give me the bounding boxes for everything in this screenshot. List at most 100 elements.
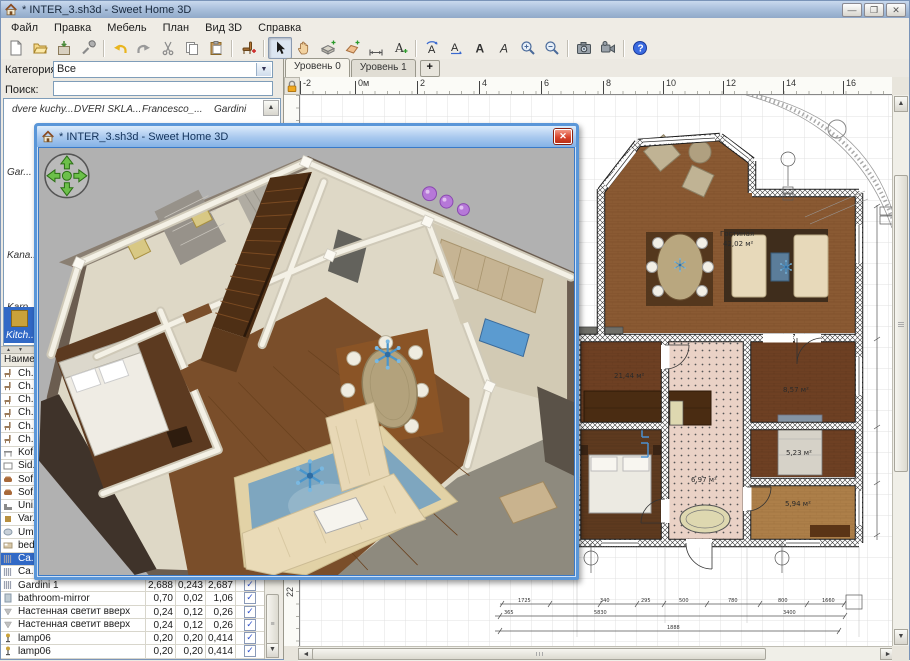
- row-value: 0,20: [175, 632, 205, 644]
- plan-horizontal-scrollbar[interactable]: ◄ ►: [298, 646, 896, 661]
- collapse-down-icon[interactable]: ▼: [15, 347, 26, 353]
- table-row[interactable]: Gardini 12,6880,2432,687✓: [1, 579, 264, 592]
- add-level-button[interactable]: +: [420, 60, 440, 77]
- select-button[interactable]: [268, 37, 292, 59]
- table-row[interactable]: lamp060,200,200,414✓: [1, 632, 264, 645]
- window-title: * INTER_3.sh3d - Sweet Home 3D: [22, 4, 191, 16]
- table-row[interactable]: bathroom-mirror0,700,021,06✓: [1, 592, 264, 605]
- catalog-item[interactable]: Gardini: [214, 104, 246, 115]
- scroll-down-icon[interactable]: ▼: [266, 643, 279, 658]
- lamp-icon: [1, 646, 16, 656]
- create-rooms-button[interactable]: [340, 37, 364, 59]
- restore-button[interactable]: ❐: [864, 3, 884, 17]
- scrollbar-thumb[interactable]: [312, 648, 766, 660]
- catalog-item[interactable]: Gar...: [7, 167, 32, 178]
- menu-правка[interactable]: Правка: [46, 20, 99, 36]
- modify-text-baseline-button[interactable]: A: [444, 37, 468, 59]
- catalog-item[interactable]: DVERI SKLA...: [74, 104, 141, 115]
- scroll-down-icon[interactable]: ▼: [894, 629, 908, 645]
- search-input[interactable]: [53, 81, 273, 96]
- modify-text-style-button[interactable]: A: [420, 37, 444, 59]
- undo-icon: [112, 40, 128, 56]
- table-row[interactable]: lamp060,200,200,414✓: [1, 659, 264, 660]
- 3d-navigation-compass[interactable]: [45, 154, 89, 198]
- cut-button[interactable]: [156, 37, 180, 59]
- ruler-number: 2: [420, 78, 425, 88]
- visibility-checkbox[interactable]: ✓: [244, 619, 256, 631]
- menu-вид-3d[interactable]: Вид 3D: [197, 20, 250, 36]
- cut-icon: [160, 40, 176, 56]
- visibility-checkbox[interactable]: ✓: [244, 645, 256, 657]
- visibility-checkbox[interactable]: ✓: [244, 632, 256, 644]
- zoom-out-button[interactable]: [540, 37, 564, 59]
- preferences-button[interactable]: [76, 37, 100, 59]
- create-dimensions-button[interactable]: [364, 37, 388, 59]
- pan-button[interactable]: [292, 37, 316, 59]
- row-value: 0,20: [175, 645, 205, 657]
- create-texts-button[interactable]: A: [388, 37, 412, 59]
- create-photo-button[interactable]: [572, 37, 596, 59]
- menu-справка[interactable]: Справка: [250, 20, 309, 36]
- menu-файл[interactable]: Файл: [3, 20, 46, 36]
- collapse-up-icon[interactable]: ▲: [3, 347, 14, 353]
- 3d-view-window[interactable]: * INTER_3.sh3d - Sweet Home 3D ✕: [34, 123, 579, 580]
- chair-icon: [1, 421, 16, 431]
- scroll-up-icon[interactable]: ▲: [894, 96, 908, 112]
- row-value: 1,06: [205, 592, 235, 604]
- title-bar[interactable]: * INTER_3.sh3d - Sweet Home 3D — ❐ ✕: [1, 1, 909, 18]
- minimize-button[interactable]: —: [842, 3, 862, 17]
- open-button[interactable]: [28, 37, 52, 59]
- visibility-checkbox[interactable]: ✓: [244, 606, 256, 618]
- catalog-item[interactable]: Francesco_...: [142, 104, 203, 115]
- row-value: 2,688: [145, 579, 175, 591]
- catalog-item-selected[interactable]: Kitch...: [4, 307, 36, 343]
- table-icon: [1, 448, 16, 458]
- row-value: 0,70: [145, 592, 175, 604]
- 3d-view-canvas[interactable]: [38, 147, 575, 576]
- plan-vertical-scrollbar[interactable]: ▲ ▼: [892, 95, 909, 646]
- help-icon: ?: [632, 40, 648, 56]
- category-combobox[interactable]: Все ▼: [53, 61, 273, 78]
- category-value: Все: [57, 63, 76, 75]
- dim-label: 3400: [783, 610, 796, 616]
- row-value: 2,687: [205, 579, 235, 591]
- zoom-in-button[interactable]: [516, 37, 540, 59]
- ruler-lock-button[interactable]: [284, 77, 300, 95]
- save-button[interactable]: [52, 37, 76, 59]
- curtain-icon: [1, 554, 16, 564]
- paste-button[interactable]: [204, 37, 228, 59]
- table-row[interactable]: Настенная светит вверх0,240,120,26✓: [1, 619, 264, 632]
- tab-level-0[interactable]: Уровень 0: [285, 58, 350, 77]
- tab-level-1[interactable]: Уровень 1: [351, 59, 416, 77]
- table-row[interactable]: Настенная светит вверх0,240,120,26✓: [1, 606, 264, 619]
- create-walls-button[interactable]: [316, 37, 340, 59]
- scrollbar-thumb[interactable]: [894, 175, 908, 472]
- add-furniture-button[interactable]: [236, 37, 260, 59]
- dim-label: 295: [641, 598, 651, 604]
- menu-план[interactable]: План: [155, 20, 198, 36]
- chevron-down-icon[interactable]: ▼: [256, 63, 271, 76]
- redo-button[interactable]: [132, 37, 156, 59]
- visibility-checkbox[interactable]: ✓: [244, 592, 256, 604]
- text-bold-button[interactable]: A: [468, 37, 492, 59]
- undo-button[interactable]: [108, 37, 132, 59]
- menu-мебель[interactable]: Мебель: [99, 20, 154, 36]
- dim-label: 500: [679, 598, 689, 604]
- row-value: 0,02: [175, 592, 205, 604]
- close-button[interactable]: ✕: [886, 3, 906, 17]
- catalog-item[interactable]: dvere kuchy...: [12, 104, 74, 115]
- help-button[interactable]: ?: [628, 37, 652, 59]
- 3d-window-close-button[interactable]: ✕: [554, 129, 572, 144]
- table-row[interactable]: lamp060,200,200,414✓: [1, 645, 264, 658]
- new-button[interactable]: [4, 37, 28, 59]
- row-name: Настенная светит вверх: [16, 606, 145, 617]
- 3d-window-title-bar[interactable]: * INTER_3.sh3d - Sweet Home 3D ✕: [37, 126, 576, 147]
- create-video-button[interactable]: [596, 37, 620, 59]
- dim-label: 1888: [667, 625, 680, 631]
- room-area-3: 5,23 м²: [786, 449, 812, 457]
- row-value: 0,20: [145, 645, 175, 657]
- visibility-checkbox[interactable]: ✓: [244, 579, 256, 591]
- copy-button[interactable]: [180, 37, 204, 59]
- text-italic-button[interactable]: A: [492, 37, 516, 59]
- catalog-scroll-up-icon[interactable]: ▲: [263, 100, 279, 116]
